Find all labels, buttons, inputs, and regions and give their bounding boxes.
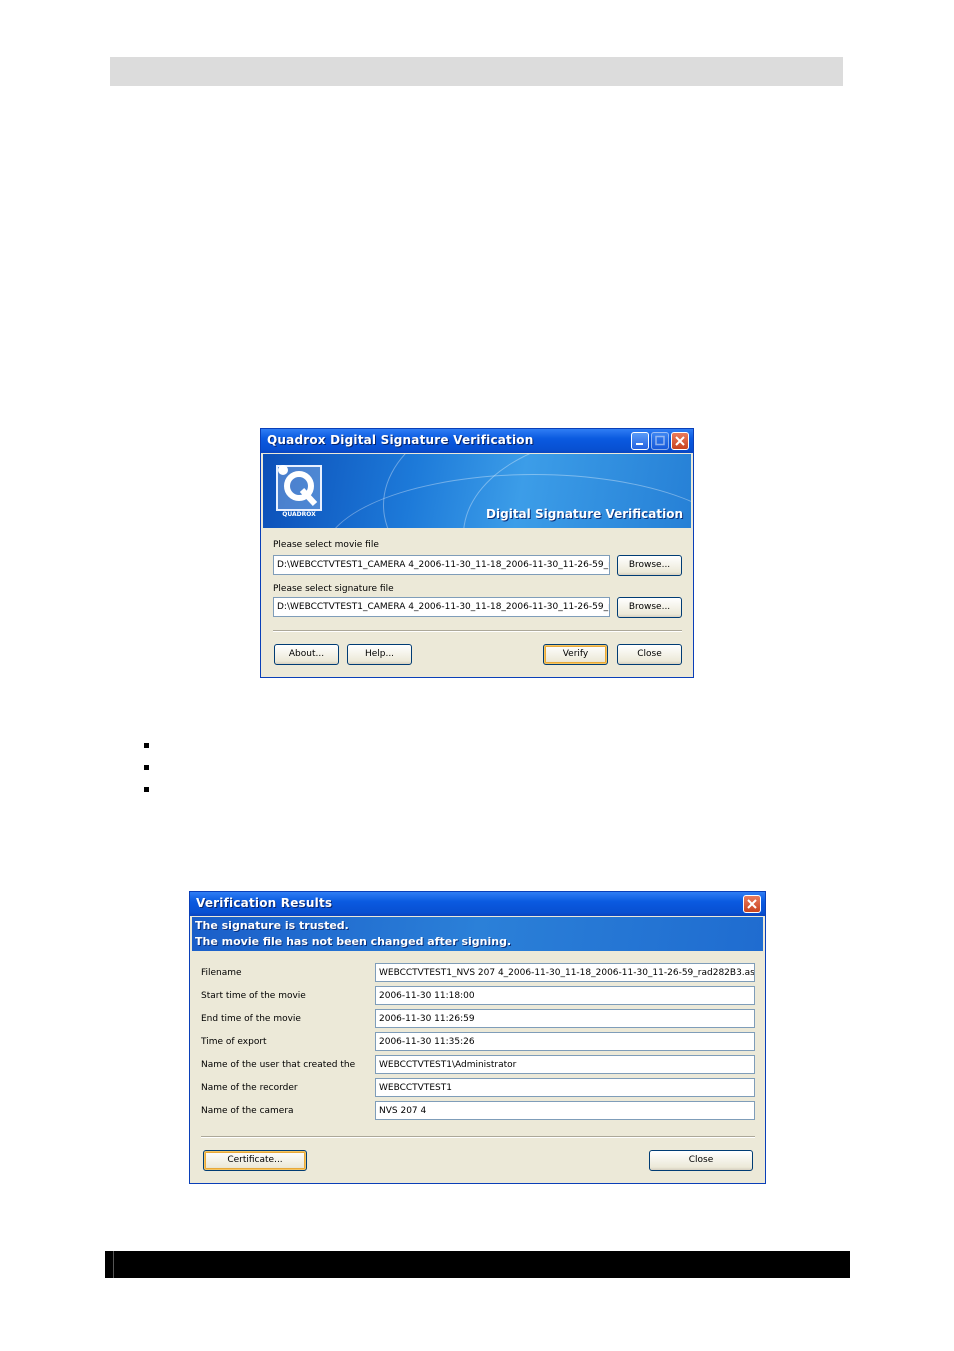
logo-text: QUADROX (282, 511, 316, 518)
bullet-point (144, 765, 149, 770)
quadrox-logo: QUADROX (276, 465, 322, 518)
camera-value: NVS 207 4 (375, 1101, 755, 1120)
dialog-title: Quadrox Digital Signature Verification (267, 433, 534, 447)
close-window-button[interactable] (743, 895, 761, 913)
certificate-button[interactable]: Certificate... (203, 1150, 307, 1171)
close-icon (744, 896, 760, 912)
bullet-point (144, 743, 149, 748)
close-window-button[interactable] (671, 432, 689, 450)
export-time-label: Time of export (201, 1037, 267, 1047)
dialog-title-bar[interactable]: Quadrox Digital Signature Verification (261, 429, 693, 453)
filename-label: Filename (201, 968, 242, 978)
browse-signature-button[interactable]: Browse... (617, 597, 682, 618)
verification-results-dialog: Verification Results The signature is tr… (189, 891, 766, 1184)
bullet-point (144, 787, 149, 792)
banner-title: Digital Signature Verification (486, 507, 683, 521)
camera-label: Name of the camera (201, 1106, 294, 1116)
status-unchanged: The movie file has not been changed afte… (195, 935, 512, 948)
help-button[interactable]: Help... (347, 644, 412, 665)
page-footer-bar (105, 1251, 850, 1278)
start-time-label: Start time of the movie (201, 991, 306, 1001)
recorder-label: Name of the recorder (201, 1083, 298, 1093)
maximize-button[interactable] (651, 432, 669, 450)
close-icon (672, 433, 688, 449)
signature-file-field[interactable]: D:\WEBCCTVTEST1_CAMERA 4_2006-11-30_11-1… (273, 597, 610, 617)
status-trusted: The signature is trusted. (195, 919, 349, 932)
movie-file-label: Please select movie file (273, 540, 379, 550)
divider (273, 630, 682, 632)
about-button[interactable]: About... (274, 644, 339, 665)
movie-file-field[interactable]: D:\WEBCCTVTEST1_CAMERA 4_2006-11-30_11-1… (273, 555, 610, 575)
browse-movie-button[interactable]: Browse... (617, 555, 682, 576)
user-label: Name of the user that created the (201, 1060, 356, 1070)
verify-button[interactable]: Verify (543, 644, 608, 665)
divider (201, 1136, 755, 1138)
export-time-value: 2006-11-30 11:35:26 (375, 1032, 755, 1051)
signature-file-label: Please select signature file (273, 584, 394, 594)
result-status-banner: The signature is trusted. The movie file… (192, 917, 763, 951)
end-time-label: End time of the movie (201, 1014, 301, 1024)
page-header-bar (110, 57, 843, 86)
recorder-value: WEBCCTVTEST1 (375, 1078, 755, 1097)
close-button[interactable]: Close (617, 644, 682, 665)
header-banner: QUADROX Digital Signature Verification (263, 454, 691, 528)
filename-value: WEBCCTVTEST1_NVS 207 4_2006-11-30_11-18_… (375, 963, 755, 982)
minimize-icon (632, 433, 648, 449)
footer-divider (113, 1251, 114, 1278)
results-title: Verification Results (196, 896, 333, 910)
close-button[interactable]: Close (649, 1150, 753, 1171)
signature-verification-dialog: Quadrox Digital Signature Verification Q (260, 428, 694, 678)
results-title-bar[interactable]: Verification Results (190, 892, 765, 916)
start-time-value: 2006-11-30 11:18:00 (375, 986, 755, 1005)
end-time-value: 2006-11-30 11:26:59 (375, 1009, 755, 1028)
maximize-icon (652, 433, 668, 449)
user-value: WEBCCTVTEST1\Administrator (375, 1055, 755, 1074)
minimize-button[interactable] (631, 432, 649, 450)
